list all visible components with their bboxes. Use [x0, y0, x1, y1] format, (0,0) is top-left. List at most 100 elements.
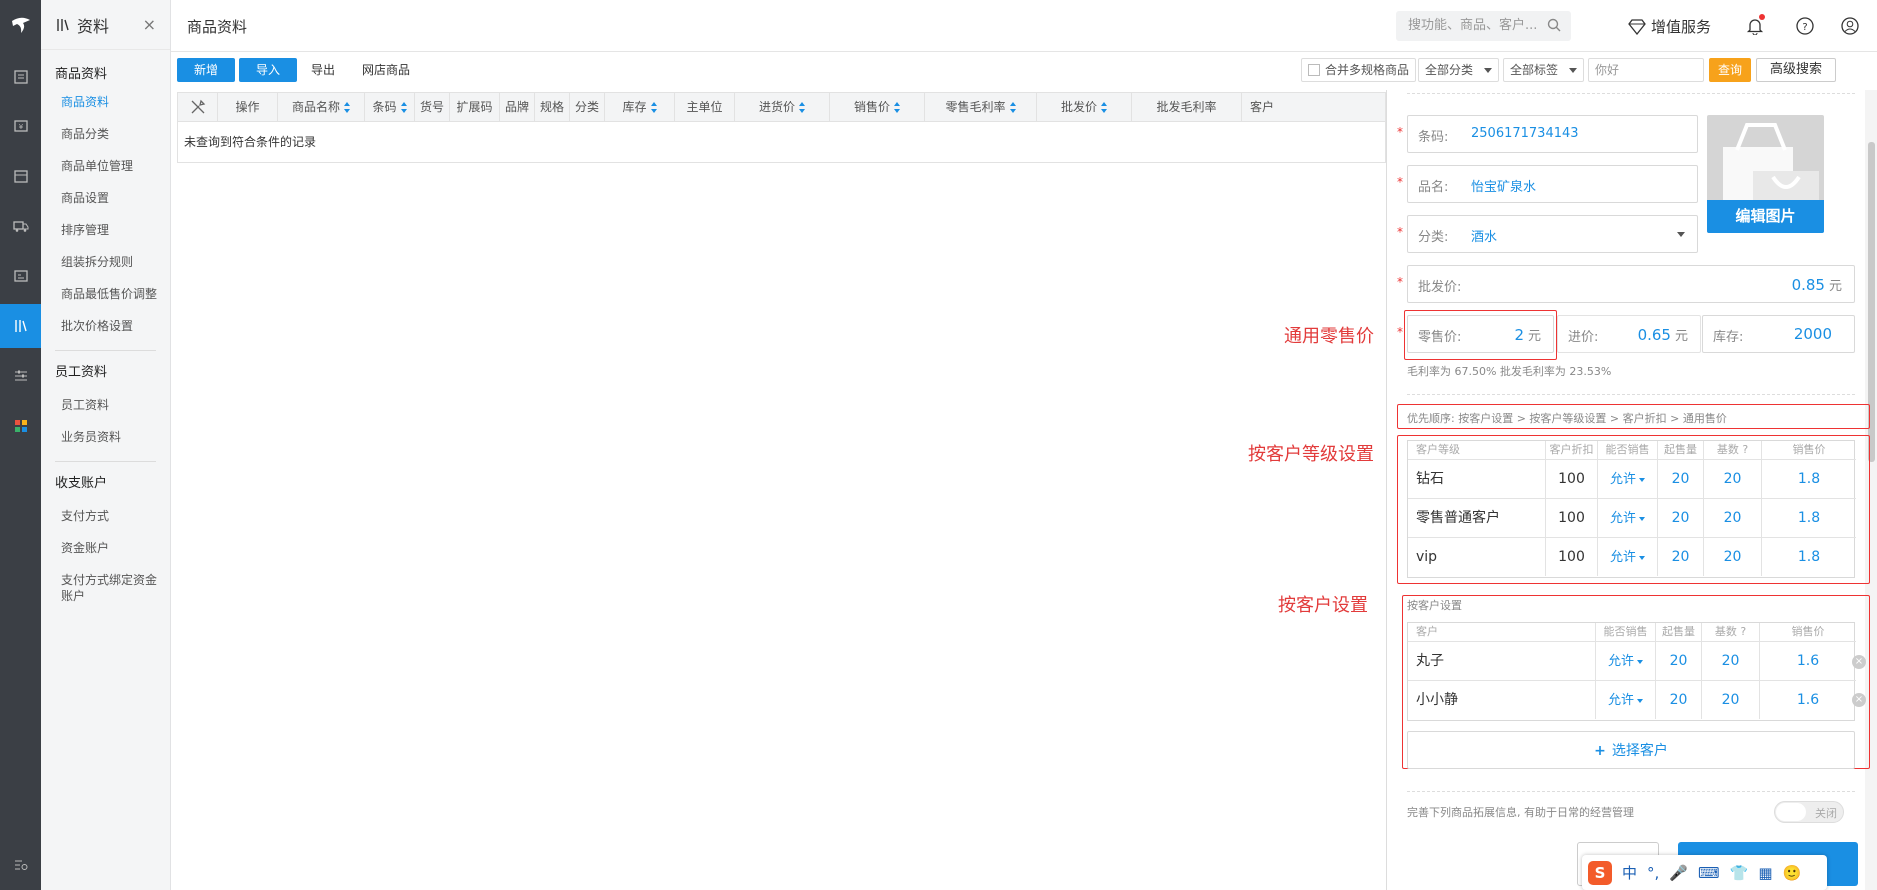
emoji-icon[interactable]: 🙂	[1783, 864, 1802, 882]
stock-field[interactable]: 库存: 2000	[1702, 315, 1855, 353]
remove-customer-icon[interactable]: ×	[1852, 693, 1866, 707]
sidebar-item-assembly[interactable]: 组装拆分规则	[41, 246, 170, 278]
checkbox-box[interactable]	[1308, 64, 1320, 76]
level-row-price[interactable]: 1.8	[1762, 537, 1856, 576]
microphone-icon[interactable]: 🎤	[1669, 864, 1688, 882]
sort-icon[interactable]	[650, 102, 657, 113]
column-settings-icon[interactable]	[178, 93, 218, 121]
cust-row-min[interactable]: 20	[1656, 641, 1702, 680]
cust-row-allow-select[interactable]: 允许	[1596, 680, 1656, 719]
category-select[interactable]: 全部分类	[1418, 58, 1499, 82]
logo-icon[interactable]	[0, 0, 41, 50]
col-wholesale-price[interactable]: 批发价	[1037, 93, 1132, 121]
query-button[interactable]: 查询	[1709, 58, 1751, 82]
search-icon[interactable]	[1547, 18, 1561, 32]
level-row-discount[interactable]: 100	[1546, 498, 1598, 537]
online-goods-button[interactable]: 网店商品	[362, 58, 410, 82]
tag-select[interactable]: 全部标签	[1503, 58, 1584, 82]
value-added-service-button[interactable]: 增值服务	[1628, 16, 1711, 37]
select-customer-button[interactable]: + 选择客户	[1407, 731, 1855, 769]
level-row-min[interactable]: 20	[1658, 459, 1704, 498]
global-search-input[interactable]: 搜功能、商品、客户...	[1396, 11, 1571, 41]
level-row-base[interactable]: 20	[1704, 498, 1762, 537]
help-icon[interactable]: ?	[1795, 16, 1815, 36]
sort-icon[interactable]	[894, 102, 900, 113]
cust-row-price[interactable]: 1.6	[1760, 641, 1856, 680]
sort-icon[interactable]	[344, 102, 350, 113]
edit-image-button[interactable]: 编辑图片	[1707, 200, 1824, 233]
search-menu-icon[interactable]	[0, 843, 41, 887]
sidebar-item-unit[interactable]: 商品单位管理	[41, 150, 170, 182]
level-row-price[interactable]: 1.8	[1762, 459, 1856, 498]
col-retail-margin[interactable]: 零售毛利率	[925, 93, 1037, 121]
cust-row-base[interactable]: 20	[1702, 680, 1760, 719]
sidebar-item-batch-price[interactable]: 批次价格设置	[41, 310, 170, 342]
bell-icon[interactable]	[1745, 14, 1765, 36]
level-row-price[interactable]: 1.8	[1762, 498, 1856, 537]
purchase-price-field[interactable]: 进价: 0.65 元	[1557, 315, 1701, 353]
sidebar-item-min-price[interactable]: 商品最低售价调整	[41, 278, 170, 310]
sidebar-item-goods-category[interactable]: 商品分类	[41, 118, 170, 150]
advanced-search-button[interactable]: 高级搜索	[1756, 58, 1836, 82]
cust-row-price[interactable]: 1.6	[1760, 680, 1856, 719]
cust-row-base[interactable]: 20	[1702, 641, 1760, 680]
product-image[interactable]: 编辑图片	[1707, 115, 1824, 233]
name-field[interactable]: 品名: 怡宝矿泉水	[1407, 165, 1698, 203]
ime-chinese-mode[interactable]: 中	[1622, 862, 1637, 883]
level-row-allow-select[interactable]: 允许	[1598, 498, 1658, 537]
sidebar-item-fund-account[interactable]: 资金账户	[41, 532, 170, 564]
level-row-base[interactable]: 20	[1704, 537, 1762, 576]
ime-toolbar[interactable]: S 中 °, 🎤 ⌨ 👕 ▦ 🙂	[1582, 855, 1827, 890]
sidebar-item-salesman[interactable]: 业务员资料	[41, 421, 170, 453]
apps-icon[interactable]	[0, 404, 41, 448]
box-icon[interactable]	[0, 154, 41, 198]
col-name[interactable]: 商品名称	[278, 93, 365, 121]
apps-grid-icon[interactable]: ▦	[1758, 864, 1772, 882]
remove-customer-icon[interactable]: ×	[1852, 655, 1866, 669]
sidebar-item-goods-settings[interactable]: 商品设置	[41, 182, 170, 214]
col-barcode[interactable]: 条码	[365, 93, 415, 121]
level-row-min[interactable]: 20	[1658, 498, 1704, 537]
col-purchase-price[interactable]: 进货价	[735, 93, 830, 121]
col-stock[interactable]: 库存	[605, 93, 675, 121]
level-row-discount[interactable]: 100	[1546, 537, 1598, 576]
level-row-base[interactable]: 20	[1704, 459, 1762, 498]
level-row-allow-select[interactable]: 允许	[1598, 537, 1658, 576]
skin-icon[interactable]: 👕	[1730, 864, 1749, 882]
sidebar-item-payment-binding[interactable]: 支付方式绑定资金账户	[41, 564, 170, 612]
sidebar-item-goods[interactable]: 商品资料	[41, 86, 170, 118]
keyboard-icon[interactable]: ⌨	[1698, 864, 1720, 882]
level-row-min[interactable]: 20	[1658, 537, 1704, 576]
keyword-input[interactable]: 你好	[1588, 58, 1704, 82]
sidebar-item-payment[interactable]: 支付方式	[41, 500, 170, 532]
sliders-icon[interactable]	[0, 354, 41, 398]
sidebar-item-sort[interactable]: 排序管理	[41, 214, 170, 246]
truck-icon[interactable]	[0, 204, 41, 248]
import-button[interactable]: 导入	[239, 58, 297, 82]
sort-icon[interactable]	[1009, 102, 1016, 113]
sidebar-item-staff[interactable]: 员工资料	[41, 389, 170, 421]
cust-row-min[interactable]: 20	[1656, 680, 1702, 719]
sort-icon[interactable]	[799, 102, 805, 113]
sort-icon[interactable]	[1101, 102, 1107, 113]
merge-spec-checkbox[interactable]: 合并多规格商品	[1301, 58, 1417, 82]
level-row-discount[interactable]: 100	[1546, 459, 1598, 498]
col-sale-price[interactable]: 销售价	[830, 93, 925, 121]
level-row-allow-select[interactable]: 允许	[1598, 459, 1658, 498]
sort-icon[interactable]	[400, 102, 407, 113]
barcode-field[interactable]: 条码: 2506171734143	[1407, 115, 1698, 153]
report-icon[interactable]	[0, 254, 41, 298]
ime-logo-icon[interactable]: S	[1588, 860, 1612, 885]
close-icon[interactable]: ×	[143, 15, 156, 34]
export-button[interactable]: 导出	[311, 58, 335, 82]
book-icon[interactable]	[0, 55, 41, 99]
wholesale-price-field[interactable]: 批发价: 0.85 元	[1407, 265, 1855, 303]
new-button[interactable]: 新增	[177, 58, 235, 82]
extend-info-toggle[interactable]: 关闭	[1774, 801, 1844, 823]
archive-icon[interactable]	[0, 304, 41, 348]
category-field[interactable]: 分类: 酒水	[1407, 215, 1698, 253]
user-icon[interactable]	[1840, 16, 1860, 36]
cust-row-allow-select[interactable]: 允许	[1596, 641, 1656, 680]
money-icon[interactable]: ¥	[0, 104, 41, 148]
ime-punctuation-icon[interactable]: °,	[1647, 864, 1659, 882]
